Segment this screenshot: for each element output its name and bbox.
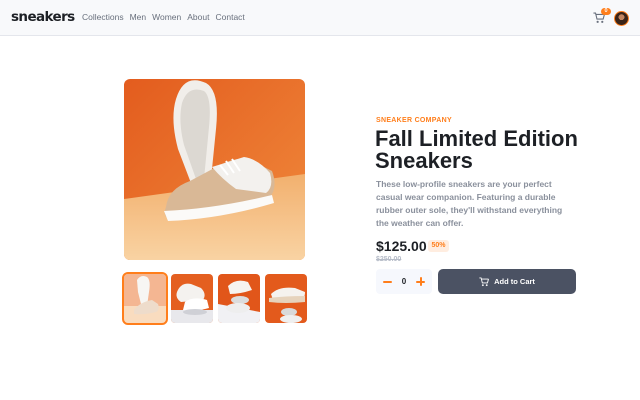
quantity-stepper: 0 xyxy=(376,269,432,294)
cart-button[interactable]: 0 xyxy=(593,8,611,26)
minus-icon[interactable] xyxy=(382,276,393,287)
quantity-value: 0 xyxy=(401,277,407,286)
nav-link-contact[interactable]: Contact xyxy=(215,12,244,22)
current-price: $125.00 xyxy=(376,238,427,254)
product-title: Fall Limited Edition Sneakers xyxy=(375,126,578,173)
thumbnail-strip xyxy=(122,272,307,325)
nav-link-men[interactable]: Men xyxy=(130,12,147,22)
original-price: $250.00 xyxy=(376,256,402,263)
add-to-cart-label: Add to Cart xyxy=(494,277,535,286)
cart-count-badge: 0 xyxy=(601,8,611,15)
add-to-cart-button[interactable]: Add to Cart xyxy=(438,269,576,294)
nav-link-women[interactable]: Women xyxy=(152,12,181,22)
company-label: SNEAKER COMPANY xyxy=(376,117,452,124)
thumbnail-2[interactable] xyxy=(171,274,213,323)
brand-logo[interactable]: sneakers xyxy=(11,9,75,25)
thumbnail-4[interactable] xyxy=(265,274,307,323)
nav-link-collections[interactable]: Collections xyxy=(82,12,124,22)
thumbnail-1[interactable] xyxy=(122,272,168,325)
product-main-image[interactable] xyxy=(124,79,305,260)
product-description: These low-profile sneakers are your perf… xyxy=(376,179,563,228)
avatar[interactable] xyxy=(614,11,629,26)
top-navbar: sneakers Collections Men Women About Con… xyxy=(0,0,640,36)
thumbnail-3[interactable] xyxy=(218,274,260,323)
plus-icon[interactable] xyxy=(415,276,426,287)
main-nav: Collections Men Women About Contact xyxy=(82,12,245,22)
cart-icon xyxy=(479,276,490,286)
nav-link-about[interactable]: About xyxy=(187,12,209,22)
discount-badge: 50% xyxy=(428,240,449,252)
